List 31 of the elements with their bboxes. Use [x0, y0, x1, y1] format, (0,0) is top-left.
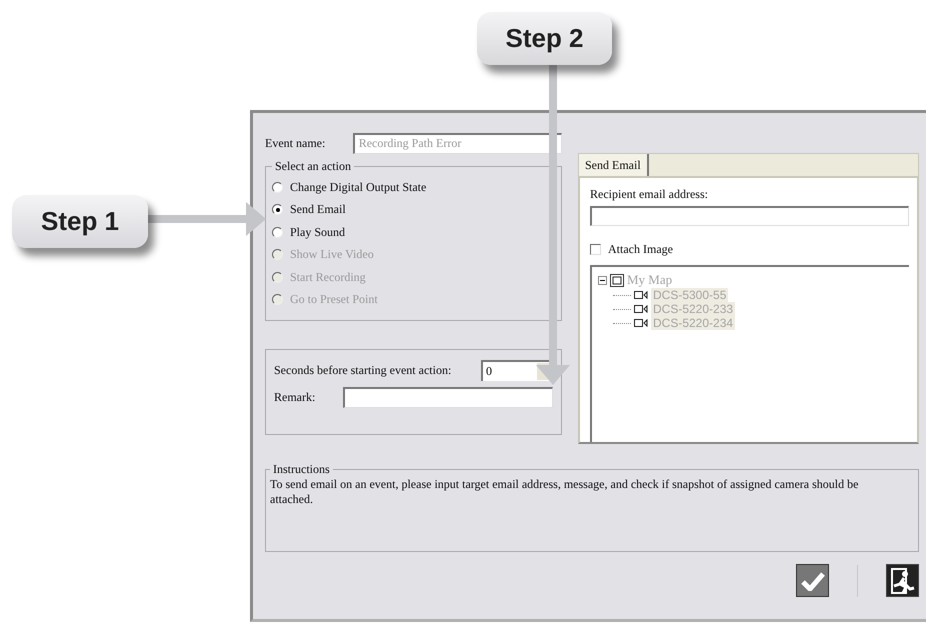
exit-button[interactable]	[886, 564, 919, 597]
radio-label: Send Email	[290, 202, 346, 218]
checkbox-label: Attach Image	[608, 242, 673, 257]
ok-button[interactable]	[796, 564, 829, 597]
group-title: Instructions	[272, 462, 331, 477]
running-figure-icon	[890, 566, 916, 594]
radio-button[interactable]	[272, 226, 283, 238]
camera-icon	[634, 305, 648, 313]
step-callout: Step 2	[477, 12, 612, 65]
radio-label: Change Digital Output State	[290, 180, 426, 195]
radio-label: Play Sound	[290, 224, 346, 240]
radio-button[interactable]	[272, 182, 283, 193]
instructions-text: To send email on an event, please input target email address, message, and check if snapshot of assigned camera should be attached.	[270, 477, 860, 507]
tab[interactable]: Send Email	[579, 154, 649, 176]
camera-icon	[634, 319, 648, 327]
group-title: Select an action	[274, 159, 352, 174]
camera-icon	[634, 291, 648, 299]
field-label: Event name:	[265, 136, 326, 150]
step-callout: Step 1	[12, 195, 148, 248]
radio-label: Go to Preset Point	[290, 292, 378, 308]
radio-label: Show Live Video	[290, 247, 374, 262]
field-label: Remark:	[274, 390, 316, 405]
field-label: Recipient email address:	[590, 187, 709, 202]
checkbox[interactable]	[590, 244, 601, 255]
check-icon	[800, 570, 824, 590]
radio-label: Start Recording	[290, 270, 366, 285]
radio-button[interactable]	[272, 204, 283, 216]
remark-field[interactable]	[343, 387, 553, 408]
map-icon	[610, 274, 624, 286]
field-label: Seconds before starting event action:	[274, 363, 452, 378]
email-field[interactable]	[590, 206, 909, 226]
